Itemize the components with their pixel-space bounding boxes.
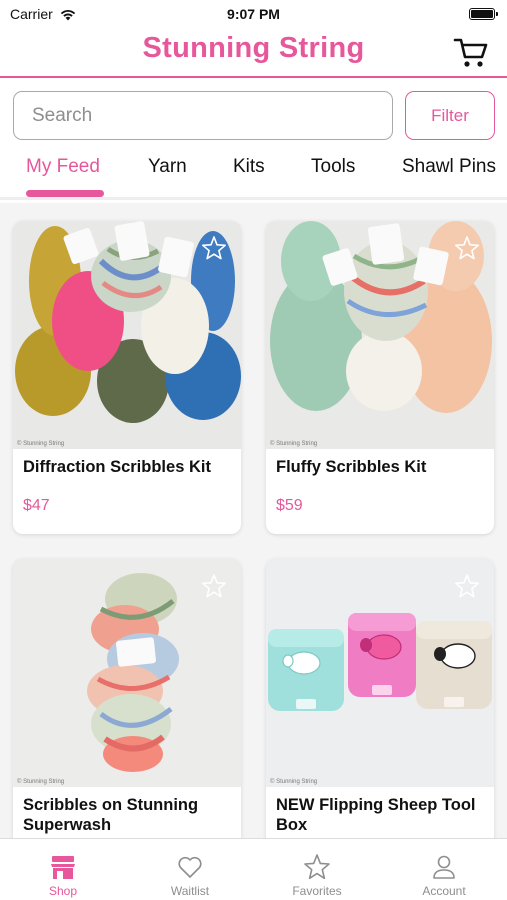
product-image[interactable]: © Stunning String <box>266 559 494 787</box>
bottom-tab-bar: Shop Waitlist Favorites Account <box>0 838 507 900</box>
image-watermark: © Stunning String <box>270 441 318 447</box>
product-title[interactable]: Scribbles on Stunning Superwash <box>23 795 233 835</box>
tabbar-item-account[interactable]: Account <box>381 839 507 900</box>
tabbar-label: Account <box>422 884 466 898</box>
tabbar-label: Waitlist <box>170 884 210 898</box>
app-title: Stunning String <box>142 32 365 64</box>
product-price: $47 <box>23 497 50 514</box>
product-image[interactable]: © Stunning String <box>13 221 241 449</box>
active-tab-indicator <box>26 190 104 197</box>
favorite-star-icon[interactable] <box>201 573 227 599</box>
tabbar-label: Shop <box>48 884 78 898</box>
product-feed[interactable]: © Stunning String Diffraction Scribbles … <box>0 203 507 838</box>
product-title[interactable]: Fluffy Scribbles Kit <box>276 457 486 477</box>
tab-yarn[interactable]: Yarn <box>148 156 187 178</box>
tab-tools[interactable]: Tools <box>311 156 355 178</box>
favorite-star-icon[interactable] <box>201 235 227 261</box>
tabbar-label: Favorites <box>292 884 342 898</box>
product-price: $59 <box>276 497 303 514</box>
tab-shawl-pins[interactable]: Shawl Pins <box>402 156 496 178</box>
favorite-star-icon[interactable] <box>454 573 480 599</box>
image-watermark: © Stunning String <box>270 779 318 785</box>
product-title[interactable]: NEW Flipping Sheep Tool Box <box>276 795 486 835</box>
tabbar-item-waitlist[interactable]: Waitlist <box>127 839 253 900</box>
search-input[interactable] <box>13 91 393 140</box>
product-card[interactable]: © Stunning String Fluffy Scribbles Kit $… <box>266 221 494 534</box>
tabbar-item-shop[interactable]: Shop <box>0 839 126 900</box>
category-tabs: My Feed Yarn Kits Tools Shawl Pins <box>0 150 507 200</box>
image-watermark: © Stunning String <box>17 441 65 447</box>
product-card[interactable]: © Stunning String NEW Flipping Sheep Too… <box>266 559 494 838</box>
favorite-star-icon[interactable] <box>454 235 480 261</box>
product-card[interactable]: © Stunning String Scribbles on Stunning … <box>13 559 241 838</box>
app-header: Stunning String <box>0 28 507 78</box>
account-icon <box>433 855 455 879</box>
filter-button[interactable]: Filter <box>405 91 495 140</box>
heart-icon <box>178 856 202 878</box>
battery-icon <box>469 8 498 20</box>
cart-icon[interactable] <box>453 36 489 70</box>
product-image[interactable]: © Stunning String <box>13 559 241 787</box>
product-card[interactable]: © Stunning String Diffraction Scribbles … <box>13 221 241 534</box>
tab-my-feed[interactable]: My Feed <box>26 156 100 178</box>
image-watermark: © Stunning String <box>17 779 65 785</box>
shop-icon <box>51 856 75 879</box>
product-title[interactable]: Diffraction Scribbles Kit <box>23 457 233 477</box>
tabbar-item-favorites[interactable]: Favorites <box>254 839 380 900</box>
tab-kits[interactable]: Kits <box>233 156 265 178</box>
status-time: 9:07 PM <box>227 6 280 22</box>
status-bar: Carrier 9:07 PM <box>0 0 507 28</box>
star-icon <box>304 854 330 880</box>
product-image[interactable]: © Stunning String <box>266 221 494 449</box>
